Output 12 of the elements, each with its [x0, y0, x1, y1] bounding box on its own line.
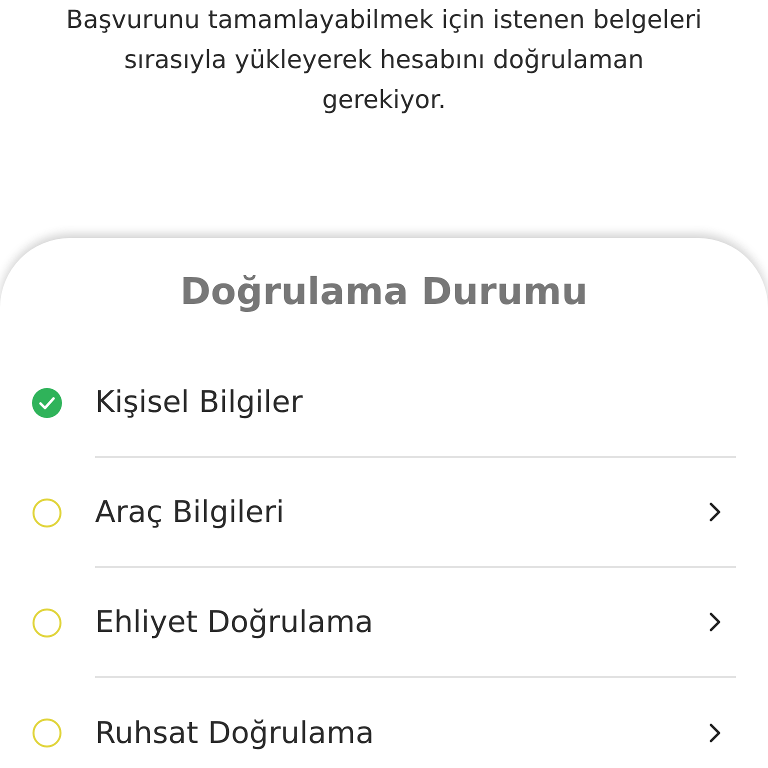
intro-text: Başvurunu tamamlayabilmek için istenen belgeleri sırasıyla yükleyerek hesabını doğrulaman gerekiyor.	[65, 4, 703, 116]
step-item[interactable]: Ruhsat Doğrulama	[0, 678, 768, 768]
chevron-right-icon	[708, 611, 722, 633]
step-item[interactable]: Araç Bilgileri	[0, 458, 768, 568]
step-item[interactable]: Ehliyet Doğrulama	[0, 568, 768, 678]
step-label: Ehliyet Doğrulama	[95, 604, 374, 640]
step-label: Araç Bilgileri	[95, 494, 284, 530]
step-label: Ruhsat Doğrulama	[95, 716, 374, 750]
step-label: Kişisel Bilgiler	[95, 384, 303, 420]
card-title: Doğrulama Durumu	[179, 269, 589, 315]
chevron-right-icon	[708, 501, 722, 523]
chevron-right-icon	[708, 722, 722, 744]
